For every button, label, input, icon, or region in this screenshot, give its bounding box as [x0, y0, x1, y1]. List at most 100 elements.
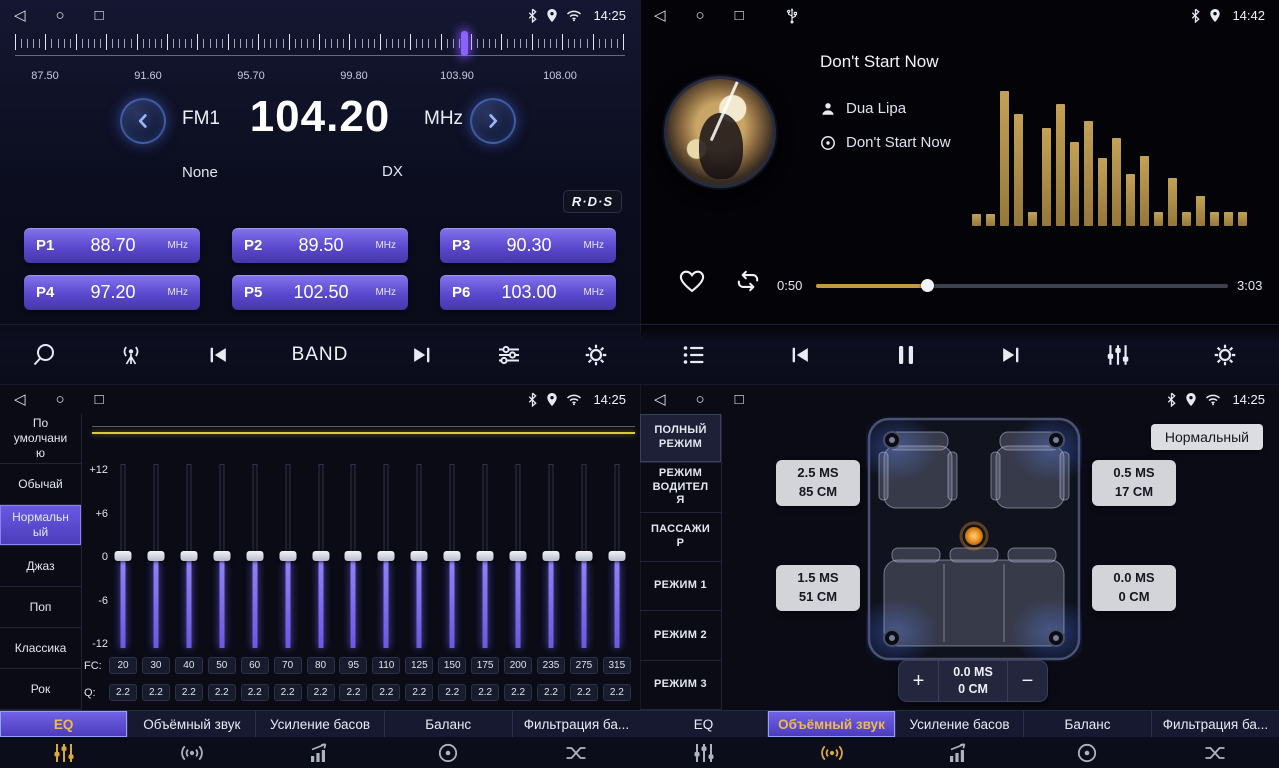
eq-band-slider[interactable]: [310, 462, 332, 650]
slider-thumb[interactable]: [279, 551, 296, 561]
tab-surround-sound[interactable]: Объёмный звук: [768, 711, 896, 737]
slider-thumb[interactable]: [608, 551, 625, 561]
tab-bass-boost[interactable]: Усиление басов: [256, 711, 384, 737]
tab-surround-sound[interactable]: Объёмный звук: [128, 711, 256, 737]
recents-icon[interactable]: □: [735, 392, 744, 407]
tab-balance[interactable]: Баланс: [385, 711, 513, 737]
tune-down-button[interactable]: [120, 98, 166, 144]
preset-p4-button[interactable]: P497.20MHz: [24, 275, 200, 310]
eq-preset-item[interactable]: Поп: [0, 587, 81, 628]
eq-preset-item[interactable]: Джаз: [0, 546, 81, 587]
progress-knob[interactable]: [921, 279, 934, 292]
slider-thumb[interactable]: [115, 551, 132, 561]
balance-icon[interactable]: [1023, 741, 1151, 765]
back-icon[interactable]: ◁: [654, 392, 666, 407]
sound-mode-item[interactable]: РЕЖИМ 3: [640, 661, 721, 710]
slider-thumb[interactable]: [147, 551, 164, 561]
broadcast-button[interactable]: [118, 342, 144, 368]
slider-thumb[interactable]: [246, 551, 263, 561]
preset-p3-button[interactable]: P390.30MHz: [440, 228, 616, 263]
slider-thumb[interactable]: [542, 551, 559, 561]
sound-mode-item[interactable]: РЕЖИМ 2: [640, 611, 721, 660]
preset-p5-button[interactable]: P5102.50MHz: [232, 275, 408, 310]
progress-slider[interactable]: [816, 284, 1228, 288]
increase-delay-button[interactable]: +: [899, 661, 939, 701]
tab-eq[interactable]: EQ: [0, 711, 128, 737]
slider-thumb[interactable]: [575, 551, 592, 561]
band-button[interactable]: BAND: [292, 344, 349, 366]
tune-up-button[interactable]: [470, 98, 516, 144]
previous-station-button[interactable]: [206, 343, 230, 367]
previous-track-button[interactable]: [788, 343, 812, 367]
pause-button[interactable]: [894, 342, 918, 368]
eq-preset-item[interactable]: Обычай: [0, 464, 81, 505]
eq-band-slider[interactable]: [112, 462, 134, 650]
home-icon[interactable]: ○: [696, 392, 705, 407]
eq-sliders-icon[interactable]: [640, 741, 768, 765]
recents-icon[interactable]: □: [95, 8, 104, 23]
recents-icon[interactable]: □: [95, 392, 104, 407]
slider-thumb[interactable]: [510, 551, 527, 561]
mixer-button[interactable]: [1105, 342, 1131, 368]
sound-mode-item[interactable]: ПАССАЖИР: [640, 513, 721, 562]
sound-mode-item[interactable]: РЕЖИМ ВОДИТЕЛЯ: [640, 463, 721, 512]
decrease-delay-button[interactable]: −: [1007, 661, 1047, 701]
repeat-button[interactable]: [734, 268, 762, 297]
bass-boost-icon[interactable]: [256, 741, 384, 765]
eq-preset-item[interactable]: По умолчанию: [0, 414, 81, 464]
back-icon[interactable]: ◁: [14, 8, 26, 23]
eq-band-slider[interactable]: [244, 462, 266, 650]
eq-band-slider[interactable]: [408, 462, 430, 650]
slider-thumb[interactable]: [378, 551, 395, 561]
surround-sound-icon[interactable]: [768, 741, 896, 765]
eq-preset-item[interactable]: Нормальный: [0, 505, 81, 546]
scan-button[interactable]: [31, 342, 57, 368]
delay-badge-front-left[interactable]: 2.5 MS85 CM: [776, 460, 860, 506]
next-station-button[interactable]: [410, 343, 434, 367]
frequency-scale[interactable]: 87.5091.6095.7099.80103.90108.00: [15, 34, 625, 90]
delay-badge-rear-left[interactable]: 1.5 MS51 CM: [776, 565, 860, 611]
eq-band-slider[interactable]: [178, 462, 200, 650]
back-icon[interactable]: ◁: [654, 8, 666, 23]
eq-preset-item[interactable]: Рок: [0, 669, 81, 710]
settings-button[interactable]: [583, 342, 609, 368]
slider-thumb[interactable]: [180, 551, 197, 561]
eq-band-slider[interactable]: [211, 462, 233, 650]
eq-band-slider[interactable]: [145, 462, 167, 650]
crossover-filter-icon[interactable]: [1151, 741, 1279, 765]
home-icon[interactable]: ○: [56, 392, 65, 407]
bass-boost-icon[interactable]: [896, 741, 1024, 765]
slider-thumb[interactable]: [345, 551, 362, 561]
eq-band-slider[interactable]: [606, 462, 628, 650]
eq-sliders-icon[interactable]: [0, 741, 128, 765]
favorite-button[interactable]: [678, 268, 706, 297]
delay-badge-front-right[interactable]: 0.5 MS17 CM: [1092, 460, 1176, 506]
home-icon[interactable]: ○: [56, 8, 65, 23]
audio-settings-button[interactable]: [496, 342, 522, 368]
eq-band-slider[interactable]: [375, 462, 397, 650]
eq-band-slider[interactable]: [540, 462, 562, 650]
back-icon[interactable]: ◁: [14, 392, 26, 407]
recents-icon[interactable]: □: [735, 8, 744, 23]
sound-mode-item[interactable]: ПОЛНЫЙ РЕЖИМ: [640, 414, 721, 463]
tab-filter[interactable]: Фильтрация ба...: [1152, 711, 1279, 737]
tab-balance[interactable]: Баланс: [1024, 711, 1152, 737]
eq-band-slider[interactable]: [573, 462, 595, 650]
eq-band-slider[interactable]: [277, 462, 299, 650]
slider-thumb[interactable]: [213, 551, 230, 561]
next-track-button[interactable]: [999, 343, 1023, 367]
preset-p1-button[interactable]: P188.70MHz: [24, 228, 200, 263]
delay-badge-rear-right[interactable]: 0.0 MS0 CM: [1092, 565, 1176, 611]
tab-eq[interactable]: EQ: [640, 711, 768, 737]
eq-band-slider[interactable]: [507, 462, 529, 650]
home-icon[interactable]: ○: [696, 8, 705, 23]
eq-band-slider[interactable]: [342, 462, 364, 650]
preset-p2-button[interactable]: P289.50MHz: [232, 228, 408, 263]
eq-band-slider[interactable]: [474, 462, 496, 650]
eq-band-slider[interactable]: [441, 462, 463, 650]
frequency-indicator[interactable]: [461, 31, 468, 56]
sound-mode-item[interactable]: РЕЖИМ 1: [640, 562, 721, 611]
balance-icon[interactable]: [384, 741, 512, 765]
eq-preset-item[interactable]: Классика: [0, 628, 81, 669]
slider-thumb[interactable]: [477, 551, 494, 561]
